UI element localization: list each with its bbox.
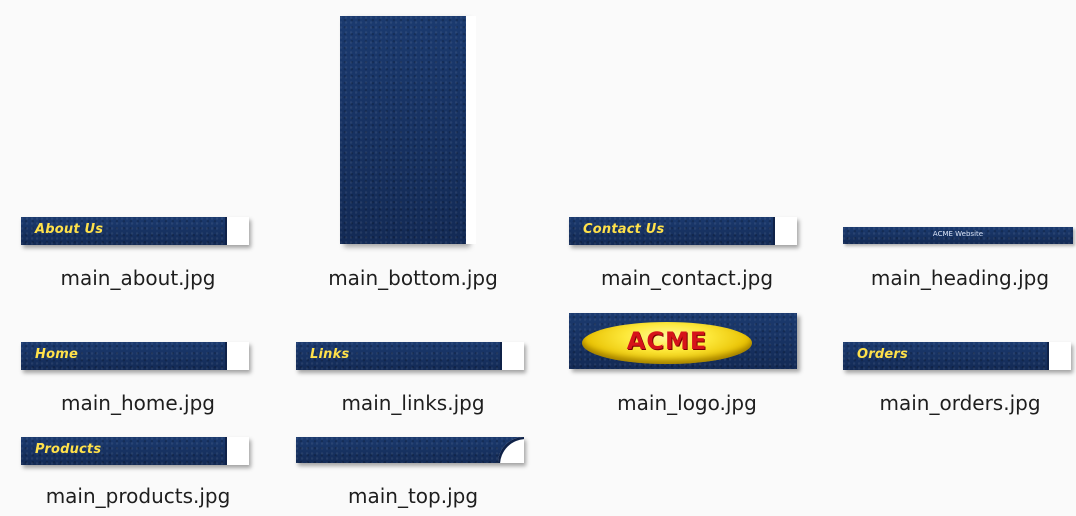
thumbnail-main-links[interactable]: Links [296,342,524,370]
thumbnail-label: About Us [35,222,104,237]
file-name[interactable]: main_about.jpg [8,266,268,290]
logo-text: ACME [626,327,708,355]
thumbnail-label: Links [310,347,350,362]
file-name[interactable]: main_home.jpg [8,391,268,415]
thumbnail-main-top[interactable] [296,437,524,463]
thumbnail-caption: ACME Website [932,230,984,238]
thumbnail-label: Products [35,442,102,457]
thumbnail-main-heading[interactable]: ACME Website [843,227,1073,244]
thumbnail-main-contact[interactable]: Contact Us [569,217,797,245]
file-name[interactable]: main_bottom.jpg [283,266,543,290]
thumbnail-main-bottom[interactable] [340,16,476,244]
file-name[interactable]: main_products.jpg [8,484,268,508]
thumbnail-label: Orders [857,347,908,362]
file-name[interactable]: main_links.jpg [283,391,543,415]
file-name[interactable]: main_logo.jpg [557,391,817,415]
corner-curve [498,437,524,463]
thumbnail-label: Contact Us [583,222,665,237]
thumbnail-main-products[interactable]: Products [21,437,249,465]
file-name[interactable]: main_top.jpg [283,484,543,508]
thumbnail-main-home[interactable]: Home [21,342,249,370]
thumbnail-main-orders[interactable]: Orders [843,342,1071,370]
file-name[interactable]: main_heading.jpg [830,266,1076,290]
thumbnail-label: Home [35,347,78,362]
file-name[interactable]: main_contact.jpg [557,266,817,290]
thumbnail-main-logo[interactable]: ACME [569,313,797,369]
thumbnail-main-about[interactable]: About Us [21,217,249,245]
file-name[interactable]: main_orders.jpg [830,391,1076,415]
